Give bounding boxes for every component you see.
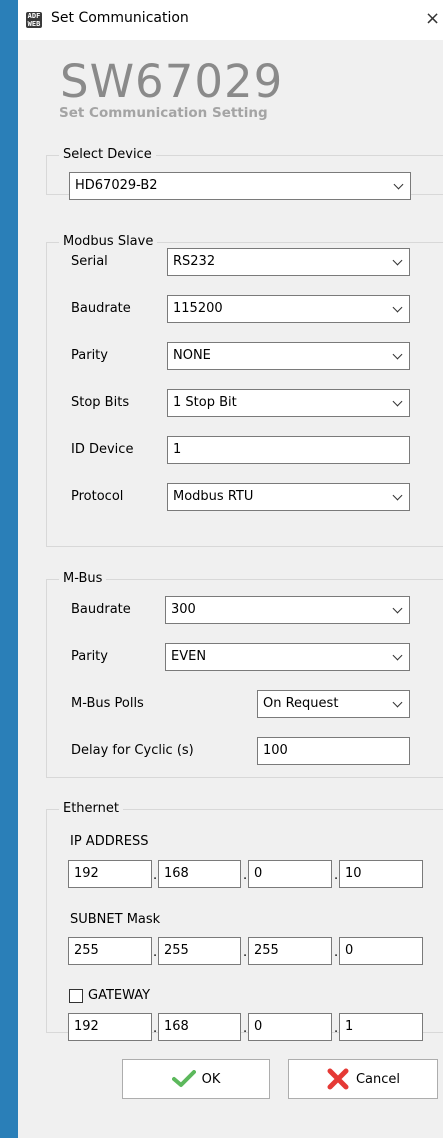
subnet-separator: . [334, 945, 339, 960]
subnet-octet-4[interactable]: 0 [339, 937, 423, 965]
chevron-down-icon [392, 396, 403, 407]
check-icon [171, 1070, 196, 1087]
mbus-parity-select[interactable]: EVEN [165, 643, 410, 671]
subnet-separator: . [153, 945, 158, 960]
ok-button[interactable]: OK [122, 1059, 270, 1099]
m-bus-legend: M-Bus [59, 571, 107, 587]
ip-octet-2[interactable]: 168 [158, 860, 241, 888]
baudrate-value: 115200 [173, 301, 223, 316]
mbus-polls-select[interactable]: On Request [257, 690, 410, 718]
title-bar: ADF WEB Set Communication × [18, 0, 443, 40]
chevron-down-icon [392, 255, 403, 266]
device-select[interactable]: HD67029-B2 [69, 172, 411, 200]
stop-bits-select[interactable]: 1 Stop Bit [167, 389, 410, 417]
delay-cyclic-input[interactable]: 100 [257, 737, 410, 765]
ip-separator: . [243, 868, 248, 883]
chevron-down-icon [392, 490, 403, 501]
cancel-button[interactable]: Cancel [288, 1059, 438, 1099]
ip-address-label: IP ADDRESS [70, 834, 149, 849]
select-device-legend: Select Device [59, 147, 156, 163]
baudrate-select[interactable]: 115200 [167, 295, 410, 323]
parity-label: Parity [71, 348, 108, 363]
set-communication-window: ADF WEB Set Communication × SW67029 Set C… [0, 0, 443, 1138]
gateway-separator: . [334, 1021, 339, 1036]
gateway-checkbox[interactable] [69, 989, 83, 1003]
ip-separator: . [334, 868, 339, 883]
serial-value: RS232 [173, 254, 216, 269]
mbus-parity-value: EVEN [171, 649, 207, 664]
gateway-separator: . [243, 1021, 248, 1036]
gateway-label: GATEWAY [88, 988, 151, 1003]
chevron-down-icon [392, 349, 403, 360]
product-subtitle: Set Communication Setting [59, 105, 268, 121]
product-title: SW67029 [60, 55, 284, 108]
gateway-octet-3[interactable]: 0 [248, 1013, 332, 1041]
chevron-down-icon [393, 179, 404, 190]
chevron-down-icon [392, 302, 403, 313]
ip-separator: . [153, 868, 158, 883]
ip-octet-1[interactable]: 192 [68, 860, 152, 888]
serial-select[interactable]: RS232 [167, 248, 410, 276]
cancel-x-icon [327, 1068, 349, 1090]
select-device-group: Select Device HD67029-B2 [46, 147, 443, 200]
window-title: Set Communication [51, 10, 189, 26]
delay-cyclic-label: Delay for Cyclic (s) [71, 743, 194, 758]
gateway-octet-2[interactable]: 168 [158, 1013, 241, 1041]
ip-octet-4[interactable]: 10 [339, 860, 423, 888]
parity-value: NONE [173, 348, 211, 363]
mbus-polls-value: On Request [263, 696, 339, 711]
mbus-parity-label: Parity [71, 649, 108, 664]
subnet-mask-label: SUBNET Mask [70, 912, 161, 927]
baudrate-label: Baudrate [71, 301, 131, 316]
mbus-baudrate-value: 300 [171, 602, 196, 617]
stop-bits-value: 1 Stop Bit [173, 395, 237, 410]
ok-button-label: OK [201, 1071, 221, 1087]
subnet-octet-1[interactable]: 255 [68, 937, 152, 965]
mbus-baudrate-select[interactable]: 300 [165, 596, 410, 624]
protocol-select[interactable]: Modbus RTU [167, 483, 410, 511]
subnet-octet-3[interactable]: 255 [248, 937, 332, 965]
gateway-octet-4[interactable]: 1 [339, 1013, 423, 1041]
id-device-input[interactable]: 1 [167, 436, 410, 464]
protocol-label: Protocol [71, 489, 124, 504]
subnet-separator: . [243, 945, 248, 960]
gateway-octet-1[interactable]: 192 [68, 1013, 152, 1041]
id-device-label: ID Device [71, 442, 134, 457]
modbus-slave-group: Modbus Slave Serial RS232 Baudrate 11520… [46, 234, 443, 547]
ethernet-group: Ethernet IP ADDRESS 192 . 168 . 0 . 10 S… [46, 801, 443, 1041]
parity-select[interactable]: NONE [167, 342, 410, 370]
close-icon[interactable]: × [425, 8, 440, 29]
subnet-octet-2[interactable]: 255 [158, 937, 241, 965]
mbus-polls-label: M-Bus Polls [71, 696, 144, 711]
modbus-slave-legend: Modbus Slave [59, 234, 158, 250]
stop-bits-label: Stop Bits [71, 395, 130, 410]
device-select-value: HD67029-B2 [75, 178, 158, 193]
ethernet-legend: Ethernet [59, 801, 123, 817]
m-bus-group: M-Bus Baudrate 300 Parity EVEN M-Bus Pol… [46, 571, 443, 778]
ip-octet-3[interactable]: 0 [248, 860, 332, 888]
serial-label: Serial [71, 254, 108, 269]
chevron-down-icon [392, 650, 403, 661]
protocol-value: Modbus RTU [173, 489, 254, 504]
cancel-button-label: Cancel [355, 1071, 401, 1087]
gateway-separator: . [153, 1021, 158, 1036]
chevron-down-icon [392, 603, 403, 614]
mbus-baudrate-label: Baudrate [71, 602, 131, 617]
chevron-down-icon [392, 697, 403, 708]
app-logo-icon: ADF WEB [26, 12, 42, 28]
